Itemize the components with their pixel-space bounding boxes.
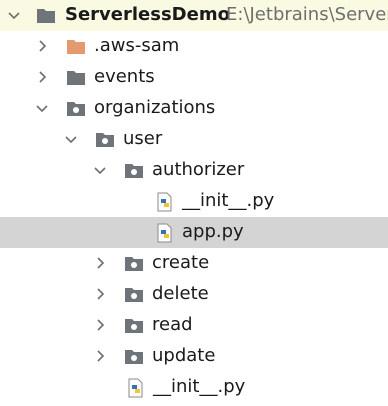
tree-label-events: events — [94, 66, 155, 87]
chevron-right-icon[interactable] — [36, 40, 48, 52]
tree-label-read: read — [152, 314, 193, 335]
tree-label-update: update — [152, 345, 216, 366]
chevron-down-icon[interactable] — [94, 164, 106, 176]
tree-label-aws-sam: .aws-sam — [94, 35, 180, 56]
tree-label-authorizer-app: app.py — [182, 221, 244, 242]
tree-row-update[interactable]: update — [0, 341, 388, 372]
tree-row-events[interactable]: events — [0, 62, 388, 93]
project-name: ServerlessDemo — [65, 4, 230, 25]
package-folder-icon — [67, 102, 85, 116]
tree-row-create[interactable]: create — [0, 248, 388, 279]
chevron-down-icon[interactable] — [36, 102, 48, 114]
tree-row-authorizer[interactable]: authorizer — [0, 155, 388, 186]
chevron-down-icon[interactable] — [8, 9, 20, 21]
tree-row-organizations[interactable]: organizations — [0, 93, 388, 124]
project-path: E:\Jetbrains\Server — [226, 4, 388, 25]
tree-label-delete: delete — [152, 283, 209, 304]
folder-icon — [67, 71, 85, 85]
package-folder-icon — [125, 164, 143, 178]
chevron-right-icon[interactable] — [94, 288, 106, 300]
chevron-right-icon[interactable] — [36, 71, 48, 83]
tree-row-read[interactable]: read — [0, 310, 388, 341]
tree-label-user: user — [123, 128, 163, 149]
tree-label-authorizer-init: __init__.py — [182, 190, 275, 211]
chevron-down-icon[interactable] — [65, 133, 77, 145]
package-folder-icon — [125, 288, 143, 302]
tree-row-aws-sam[interactable]: .aws-sam — [0, 31, 388, 62]
package-folder-icon — [125, 257, 143, 271]
package-folder-icon — [125, 319, 143, 333]
python-file-icon — [157, 192, 172, 212]
tree-row-delete[interactable]: delete — [0, 279, 388, 310]
chevron-right-icon[interactable] — [94, 257, 106, 269]
package-folder-icon — [125, 350, 143, 364]
python-file-icon — [157, 223, 172, 243]
project-tree: ServerlessDemo E:\Jetbrains\Server .aws-… — [0, 0, 388, 406]
tree-row-user[interactable]: user — [0, 124, 388, 155]
tree-row-authorizer-init[interactable]: __init__.py — [0, 186, 388, 217]
tree-row-serverlessdemo[interactable]: ServerlessDemo E:\Jetbrains\Server — [0, 0, 388, 31]
tree-row-user-init[interactable]: __init__.py — [0, 372, 388, 403]
python-file-icon — [128, 378, 143, 398]
tree-label-create: create — [152, 252, 210, 273]
chevron-right-icon[interactable] — [94, 319, 106, 331]
tree-label-user-init: __init__.py — [153, 376, 246, 397]
excluded-folder-icon — [67, 40, 85, 54]
chevron-right-icon[interactable] — [94, 350, 106, 362]
tree-row-authorizer-app[interactable]: app.py — [0, 217, 388, 248]
folder-icon — [37, 9, 55, 23]
tree-label-organizations: organizations — [94, 97, 216, 118]
package-folder-icon — [96, 133, 114, 147]
tree-label-authorizer: authorizer — [152, 159, 245, 180]
